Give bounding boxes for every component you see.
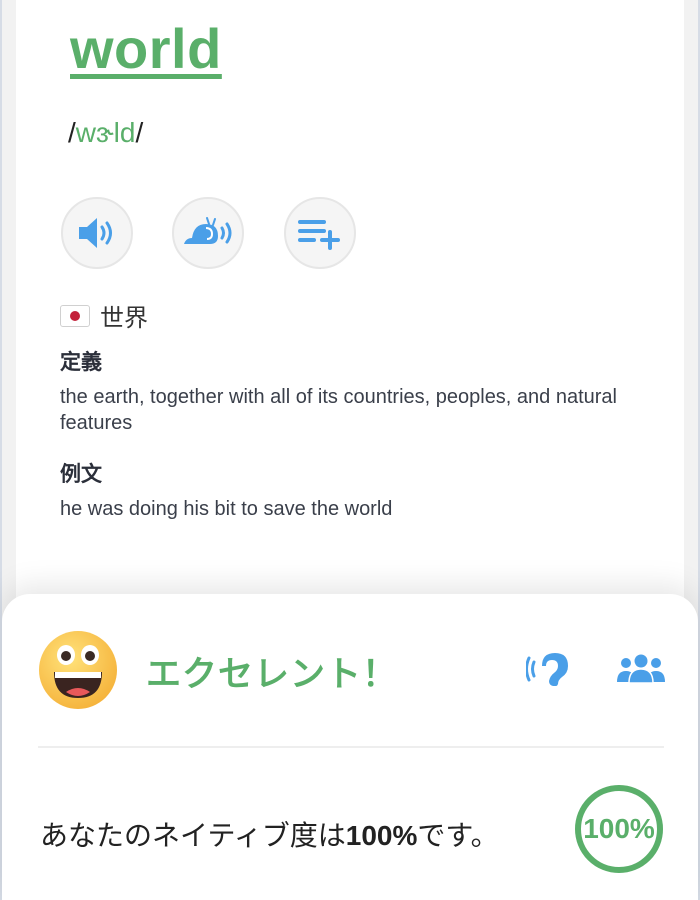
playlist-add-icon (298, 220, 340, 250)
speaker-icon (79, 218, 112, 248)
phonetic-ipa: wɝld (75, 117, 136, 148)
definition-label: 定義 (60, 351, 102, 374)
native-value: 100% (345, 820, 418, 851)
example-text: he was doing his bit to save the world (60, 498, 393, 520)
phonetic-slash-close: / (135, 117, 144, 148)
translation-text: 世界 (100, 305, 148, 332)
grinning-face-icon (39, 631, 117, 709)
native-score-sentence: あなたのネイティブ度は100%です。 (40, 814, 499, 854)
result-verdict: エクセレント！ (146, 655, 399, 694)
add-to-list-button[interactable] (284, 197, 356, 269)
play-audio-button[interactable] (61, 197, 133, 269)
native-prefix: あなたのネイティブ度は (40, 820, 346, 851)
definition-text: the earth, together with all of its coun… (60, 386, 618, 434)
result-divider (38, 746, 664, 748)
slow-audio-button[interactable] (172, 197, 244, 269)
score-label: 100% (583, 813, 655, 844)
ear-icon[interactable] (526, 652, 574, 686)
phonetic-slash-open: / (68, 117, 76, 148)
example-label: 例文 (60, 463, 102, 486)
people-icon[interactable] (616, 654, 666, 684)
phonetic-transcription: /wɝld/ (68, 117, 143, 149)
translation-row: 世界 (60, 298, 148, 333)
native-suffix: です。 (417, 820, 499, 851)
japan-flag-icon (60, 304, 90, 327)
headword[interactable]: world (70, 16, 222, 81)
result-sheet: エクセレント！ あなたのネイティブ度は100%です。 100% (2, 594, 698, 900)
snail-speaker-icon (184, 217, 232, 244)
